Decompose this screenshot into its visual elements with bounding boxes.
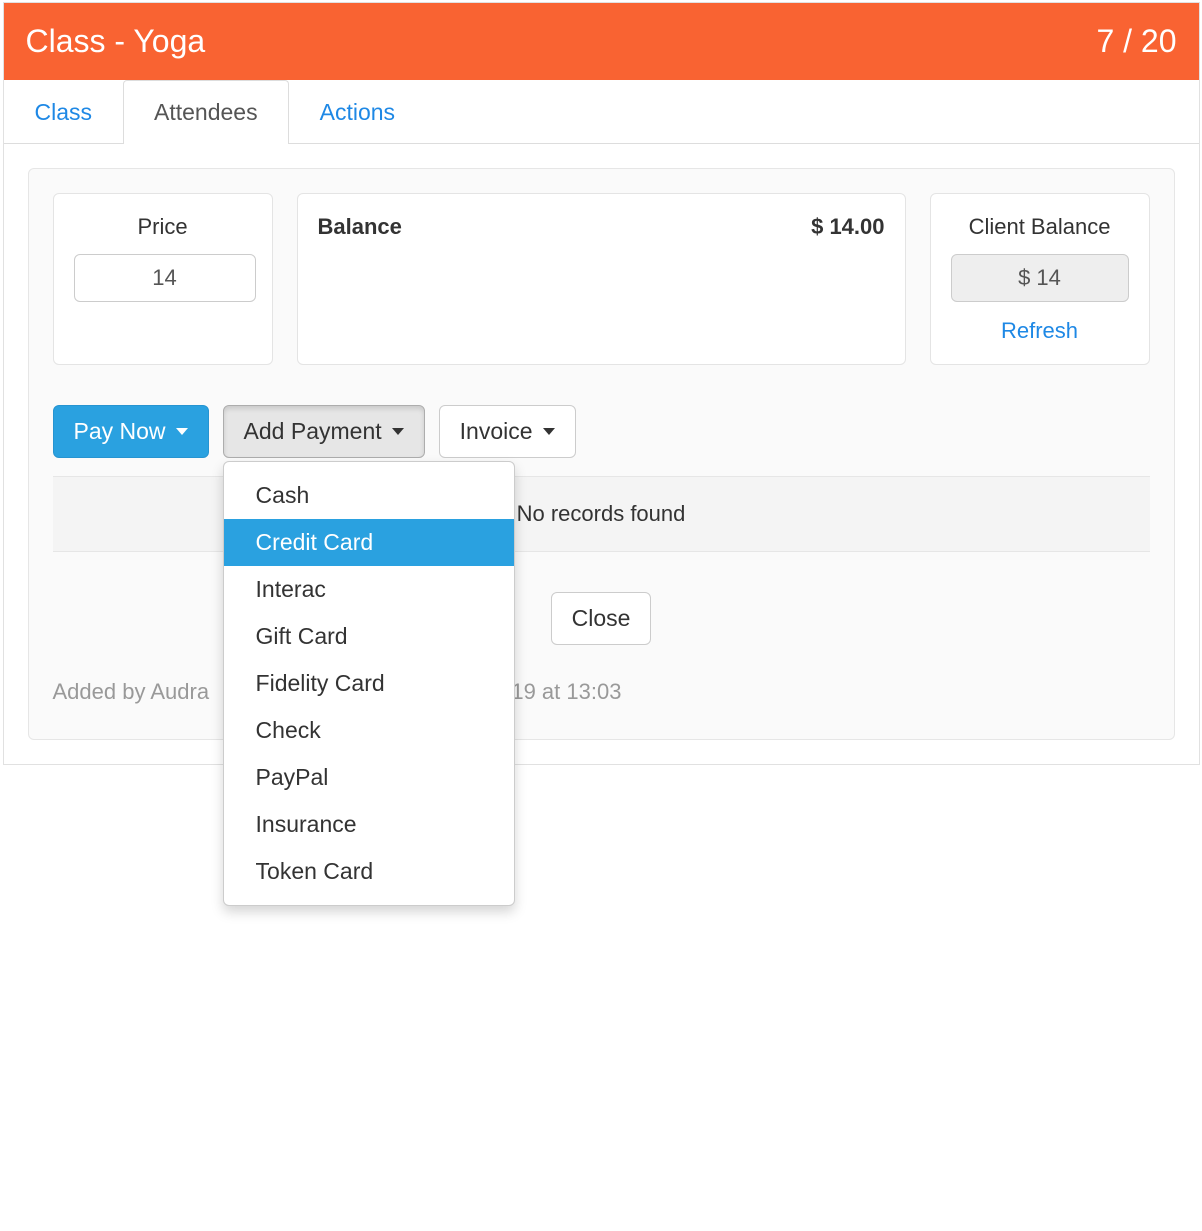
add-payment-dropdown-wrapper: Add Payment CashCredit CardInteracGift C… <box>223 405 425 458</box>
close-row: Close <box>53 592 1150 645</box>
pay-now-label: Pay Now <box>74 418 166 445</box>
client-balance-panel: Client Balance $ 14 Refresh <box>930 193 1150 365</box>
payment-option-paypal[interactable]: PayPal <box>224 754 514 801</box>
balance-panel: Balance $ 14.00 <box>297 193 906 365</box>
balance-amount: $ 14.00 <box>811 214 884 240</box>
invoice-button[interactable]: Invoice <box>439 405 576 458</box>
payment-option-insurance[interactable]: Insurance <box>224 801 514 848</box>
add-payment-label: Add Payment <box>244 418 382 445</box>
refresh-link[interactable]: Refresh <box>951 318 1129 344</box>
footer-prefix: Added by Audra <box>53 679 210 704</box>
caret-down-icon <box>543 428 555 435</box>
tab-attendees[interactable]: Attendees <box>123 80 289 144</box>
class-modal: Class - Yoga 7 / 20 Class Attendees Acti… <box>3 2 1200 765</box>
add-payment-dropdown-menu: CashCredit CardInteracGift CardFidelity … <box>223 461 515 906</box>
balance-label: Balance <box>318 214 402 240</box>
payment-option-fidelity-card[interactable]: Fidelity Card <box>224 660 514 707</box>
payment-option-check[interactable]: Check <box>224 707 514 754</box>
tab-actions[interactable]: Actions <box>289 80 426 144</box>
payment-option-token-card[interactable]: Token Card <box>224 848 514 895</box>
payment-option-credit-card[interactable]: Credit Card <box>224 519 514 566</box>
audit-footer: Added by Audra 19 at 13:03 <box>53 675 1150 715</box>
add-payment-button[interactable]: Add Payment <box>223 405 425 458</box>
modal-header: Class - Yoga 7 / 20 <box>4 3 1199 80</box>
footer-suffix: 19 at 13:03 <box>511 679 621 704</box>
price-input[interactable] <box>74 254 256 302</box>
close-button[interactable]: Close <box>551 592 652 645</box>
modal-title: Class - Yoga <box>26 23 206 60</box>
records-area: No records found <box>53 476 1150 552</box>
tab-class[interactable]: Class <box>4 80 124 144</box>
client-balance-value: $ 14 <box>951 254 1129 302</box>
price-label: Price <box>74 214 252 240</box>
invoice-label: Invoice <box>460 418 533 445</box>
content-area: Price Balance $ 14.00 Client Balance $ 1… <box>28 168 1175 740</box>
attendee-count: 7 / 20 <box>1096 23 1176 60</box>
payment-buttons-row: Pay Now Add Payment CashCredit CardInter… <box>53 405 1150 458</box>
no-records-text: No records found <box>517 501 686 526</box>
caret-down-icon <box>392 428 404 435</box>
tabs: Class Attendees Actions <box>4 80 1199 144</box>
pay-now-button[interactable]: Pay Now <box>53 405 209 458</box>
payment-option-gift-card[interactable]: Gift Card <box>224 613 514 660</box>
payment-option-cash[interactable]: Cash <box>224 472 514 519</box>
price-panel: Price <box>53 193 273 365</box>
payment-option-interac[interactable]: Interac <box>224 566 514 613</box>
client-balance-label: Client Balance <box>951 214 1129 240</box>
caret-down-icon <box>176 428 188 435</box>
summary-panels: Price Balance $ 14.00 Client Balance $ 1… <box>53 193 1150 365</box>
